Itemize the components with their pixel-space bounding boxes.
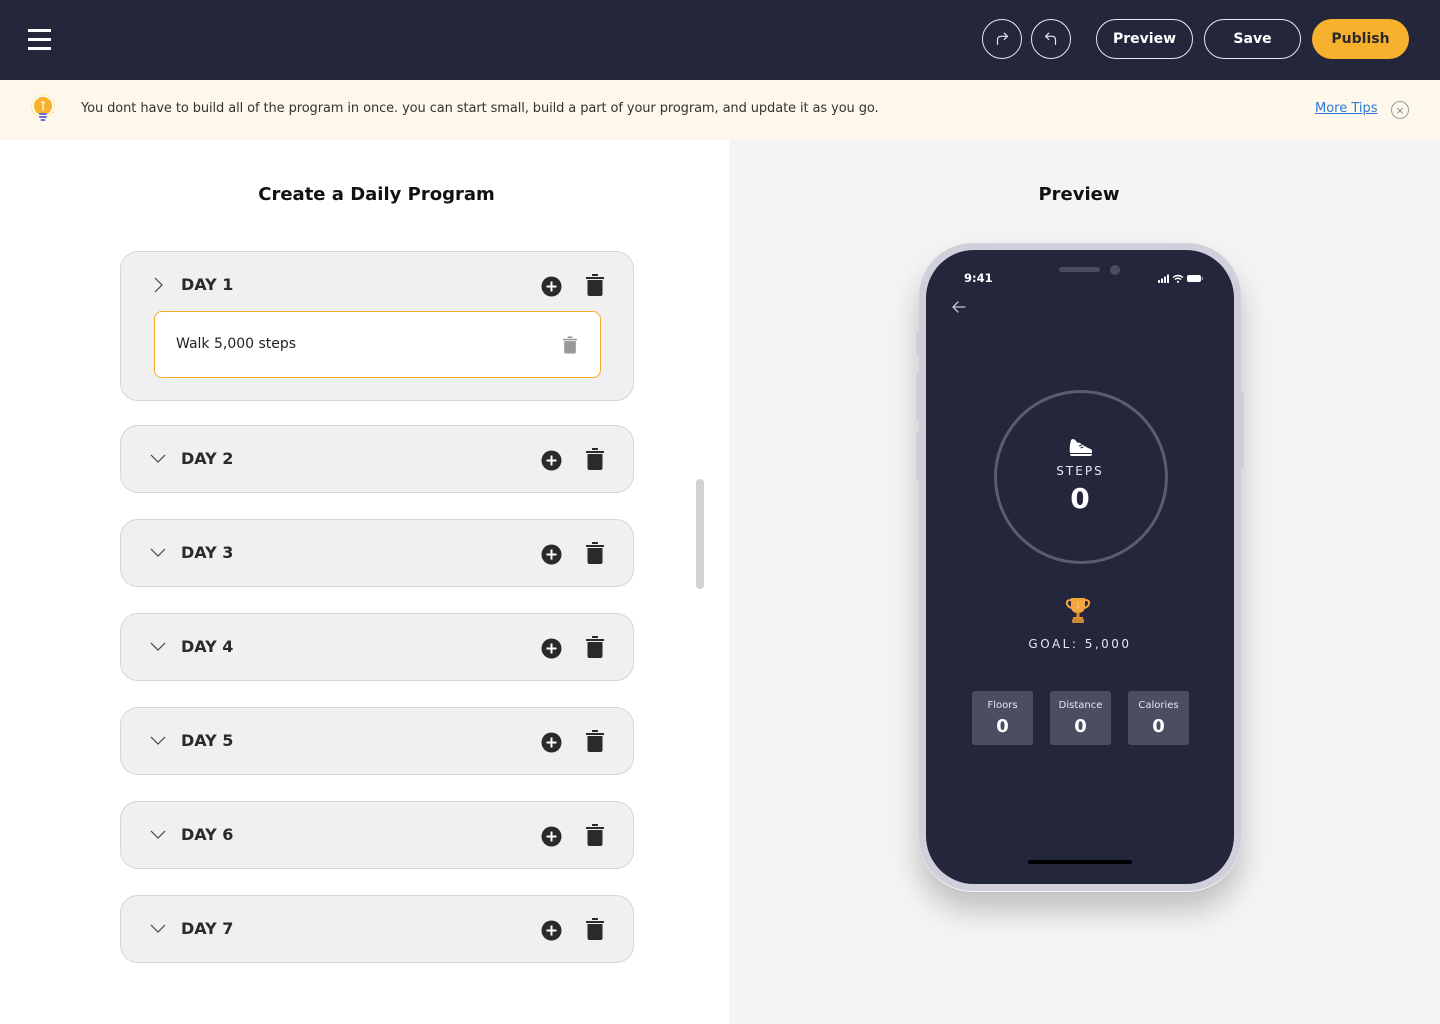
hamburger-menu-icon[interactable]	[28, 29, 52, 51]
editor-title: Create a Daily Program	[258, 184, 495, 205]
delete-day-icon[interactable]	[586, 918, 604, 940]
delete-day-icon[interactable]	[586, 824, 604, 846]
day-label: DAY 2	[181, 449, 234, 468]
top-bar: Preview Save Publish	[0, 0, 1440, 80]
stat-label: Distance	[1058, 700, 1103, 711]
delete-task-icon[interactable]	[563, 336, 577, 354]
stat-value: 0	[1152, 716, 1165, 737]
stat-value: 0	[1074, 716, 1087, 737]
add-task-icon[interactable]	[541, 732, 562, 753]
battery-icon	[1187, 275, 1203, 282]
redo-icon	[996, 32, 1008, 45]
steps-label: STEPS	[1056, 464, 1104, 478]
back-arrow-icon[interactable]	[951, 300, 967, 314]
day-card: DAY 4	[120, 613, 634, 681]
add-task-icon[interactable]	[541, 920, 562, 941]
chevron-down-icon[interactable]	[149, 638, 167, 656]
day-card: DAY 1 Walk 5,000 steps	[120, 251, 634, 401]
undo-icon	[1045, 32, 1057, 45]
chevron-down-icon[interactable]	[149, 920, 167, 938]
status-icons	[1158, 274, 1203, 283]
day-card: DAY 2	[120, 425, 634, 493]
trophy-icon: 1	[1065, 598, 1091, 623]
phone-volume-up-button	[916, 373, 920, 421]
stat-value: 0	[996, 716, 1009, 737]
delete-day-icon[interactable]	[586, 542, 604, 564]
add-task-icon[interactable]	[541, 450, 562, 471]
delete-day-icon[interactable]	[586, 274, 604, 296]
lightbulb-icon	[31, 94, 55, 121]
close-icon: ×	[1395, 103, 1405, 117]
stat-label: Calories	[1138, 700, 1179, 711]
chevron-right-icon[interactable]	[149, 276, 167, 294]
shoe-icon	[1069, 439, 1093, 456]
day-label: DAY 6	[181, 825, 234, 844]
preview-button[interactable]: Preview	[1096, 19, 1193, 59]
day-label: DAY 7	[181, 919, 234, 938]
day-label: DAY 5	[181, 731, 234, 750]
add-task-icon[interactable]	[541, 638, 562, 659]
home-indicator	[1028, 860, 1132, 864]
day-card: DAY 3	[120, 519, 634, 587]
redo-button[interactable]	[982, 19, 1022, 59]
day-card: DAY 5	[120, 707, 634, 775]
undo-button[interactable]	[1031, 19, 1071, 59]
add-task-icon[interactable]	[541, 826, 562, 847]
day-card: DAY 6	[120, 801, 634, 869]
stat-floors: Floors 0	[972, 691, 1033, 745]
delete-day-icon[interactable]	[586, 448, 604, 470]
svg-text:1: 1	[1076, 602, 1080, 610]
add-task-icon[interactable]	[541, 276, 562, 297]
preview-title: Preview	[1038, 184, 1120, 205]
close-tip-button[interactable]: ×	[1391, 101, 1409, 119]
phone-volume-down-button	[916, 432, 920, 480]
stat-distance: Distance 0	[1050, 691, 1111, 745]
task-label: Walk 5,000 steps	[176, 336, 297, 352]
day-label: DAY 4	[181, 637, 234, 656]
status-time: 9:41	[964, 271, 993, 285]
task-item[interactable]: Walk 5,000 steps	[154, 311, 601, 378]
more-tips-link[interactable]: More Tips	[1315, 101, 1378, 116]
phone-camera	[1110, 265, 1120, 275]
stat-calories: Calories 0	[1128, 691, 1189, 745]
wifi-icon	[1172, 274, 1184, 281]
stat-label: Floors	[987, 700, 1018, 711]
delete-day-icon[interactable]	[586, 636, 604, 658]
publish-button[interactable]: Publish	[1312, 19, 1409, 59]
delete-day-icon[interactable]	[586, 730, 604, 752]
day-label: DAY 1	[181, 275, 234, 294]
chevron-down-icon[interactable]	[149, 544, 167, 562]
day-label: DAY 3	[181, 543, 234, 562]
phone-speaker	[1059, 267, 1100, 272]
chevron-down-icon[interactable]	[149, 732, 167, 750]
tip-text: You dont have to build all of the progra…	[81, 101, 879, 116]
phone-screen: 9:41 STEPS 0 1 GOAL: 5,000 Floors 0 Dist…	[926, 250, 1234, 884]
scrollbar[interactable]	[696, 479, 704, 589]
steps-value: 0	[1070, 482, 1090, 515]
save-button[interactable]: Save	[1204, 19, 1301, 59]
chevron-down-icon[interactable]	[149, 826, 167, 844]
phone-side-button	[916, 331, 920, 355]
add-task-icon[interactable]	[541, 544, 562, 565]
goal-label: GOAL: 5,000	[1028, 637, 1132, 651]
chevron-down-icon[interactable]	[149, 450, 167, 468]
day-card: DAY 7	[120, 895, 634, 963]
phone-power-button	[1240, 392, 1244, 468]
signal-icon	[1158, 274, 1169, 283]
